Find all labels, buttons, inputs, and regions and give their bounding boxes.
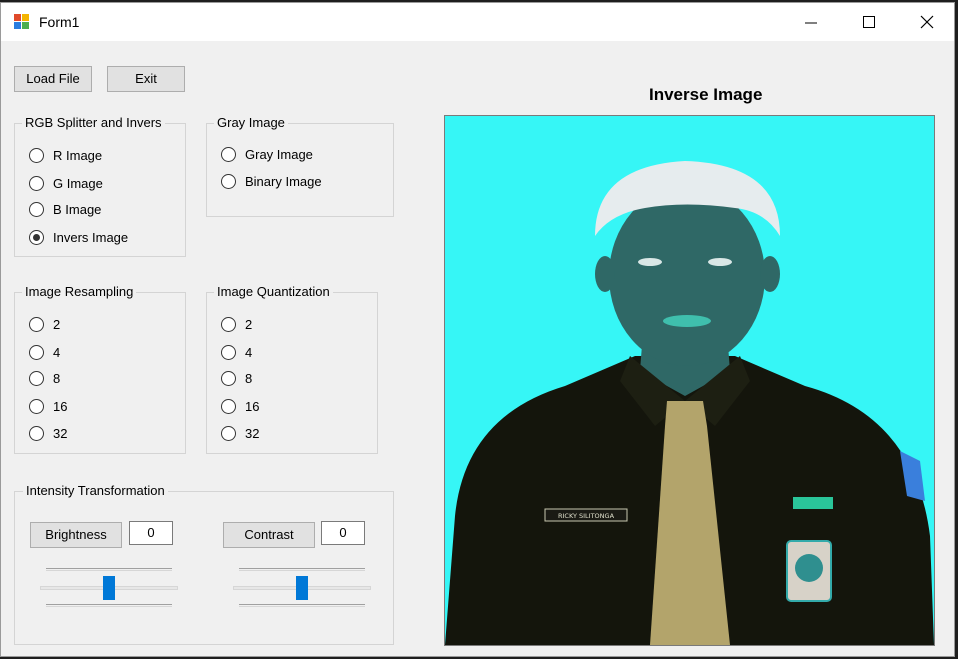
slider-ticks-bottom [239, 604, 365, 607]
app-icon [14, 14, 29, 29]
radio-circle[interactable] [221, 147, 236, 162]
radio-label: G Image [53, 176, 103, 191]
radio-label: Invers Image [53, 230, 129, 245]
close-icon [920, 15, 934, 29]
maximize-button[interactable] [840, 3, 898, 41]
maximize-icon [863, 16, 875, 28]
picture-title: Inverse Image [649, 85, 763, 104]
radio-circle[interactable] [221, 345, 236, 360]
brightness-button[interactable]: Brightness [30, 522, 122, 548]
slider-ticks-top [46, 568, 172, 571]
minimize-icon [805, 22, 817, 24]
radio-label: R Image [53, 148, 103, 163]
load-file-button[interactable]: Load File [14, 66, 92, 92]
rgb-splitter-group: RGB Splitter and Invers R Image G Image … [14, 115, 186, 257]
radio-label: 2 [53, 317, 61, 332]
intensity-transformation-group-title: Intensity Transformation [23, 483, 168, 498]
brightness-value-field[interactable]: 0 [129, 521, 173, 545]
radio-label: 16 [245, 399, 260, 414]
radio-circle[interactable] [29, 371, 44, 386]
photo-mouth [663, 315, 711, 327]
gray-image-group-title: Gray Image [214, 115, 288, 130]
radio-label: 8 [245, 371, 253, 386]
photo-badge-emblem [795, 554, 823, 582]
photo-pocket-stripe [793, 497, 833, 509]
photo-face [609, 186, 765, 366]
contrast-slider-thumb[interactable] [296, 576, 308, 600]
radio-circle[interactable] [29, 202, 44, 217]
radio-label: 16 [53, 399, 68, 414]
radio-circle[interactable] [221, 399, 236, 414]
contrast-value-field[interactable]: 0 [321, 521, 365, 545]
gray-image-group: Gray Image Gray Image Binary Image [206, 115, 394, 217]
radio-circle[interactable] [29, 426, 44, 441]
radio-label: Binary Image [245, 174, 322, 189]
photo-eye-right [708, 258, 732, 266]
radio-label: 8 [53, 371, 61, 386]
radio-circle[interactable] [221, 174, 236, 189]
radio-label: 32 [53, 426, 68, 441]
radio-label: 4 [53, 345, 61, 360]
radio-label: 4 [245, 345, 253, 360]
radio-label: B Image [53, 202, 102, 217]
contrast-slider[interactable] [233, 568, 371, 610]
inverse-photo-image: RICKY SILITONGA [445, 116, 934, 645]
image-resampling-group: Image Resampling 2 4 8 16 32 [14, 284, 186, 454]
brightness-slider-thumb[interactable] [103, 576, 115, 600]
title-bar[interactable]: Form1 [1, 3, 954, 41]
minimize-button[interactable] [782, 3, 840, 41]
image-quantization-group: Image Quantization 2 4 8 16 32 [206, 284, 378, 454]
radio-circle-checked[interactable] [29, 230, 44, 245]
contrast-button[interactable]: Contrast [223, 522, 315, 548]
slider-ticks-bottom [46, 604, 172, 607]
radio-label: 2 [245, 317, 253, 332]
photo-ear-right [760, 256, 780, 292]
photo-eye-left [638, 258, 662, 266]
photo-name-tag-text: RICKY SILITONGA [558, 512, 615, 520]
radio-circle[interactable] [221, 426, 236, 441]
radio-circle[interactable] [221, 317, 236, 332]
main-window: Form1 Load File Exit RGB Splitter and In… [0, 2, 955, 657]
rgb-splitter-group-title: RGB Splitter and Invers [22, 115, 165, 130]
radio-circle[interactable] [29, 176, 44, 191]
radio-label: 32 [245, 426, 260, 441]
image-resampling-group-title: Image Resampling [22, 284, 137, 299]
radio-circle[interactable] [29, 399, 44, 414]
intensity-transformation-group: Intensity Transformation Brightness 0 Co… [14, 483, 394, 645]
slider-ticks-top [239, 568, 365, 571]
close-button[interactable] [898, 3, 956, 41]
image-quantization-group-title: Image Quantization [214, 284, 333, 299]
radio-label: Gray Image [245, 147, 313, 162]
radio-circle[interactable] [29, 148, 44, 163]
radio-circle[interactable] [221, 371, 236, 386]
photo-ear-left [595, 256, 615, 292]
brightness-slider[interactable] [40, 568, 178, 610]
radio-circle[interactable] [29, 317, 44, 332]
radio-circle[interactable] [29, 345, 44, 360]
inverse-image-picturebox: RICKY SILITONGA [444, 115, 935, 646]
window-title: Form1 [39, 14, 80, 30]
exit-button[interactable]: Exit [107, 66, 185, 92]
